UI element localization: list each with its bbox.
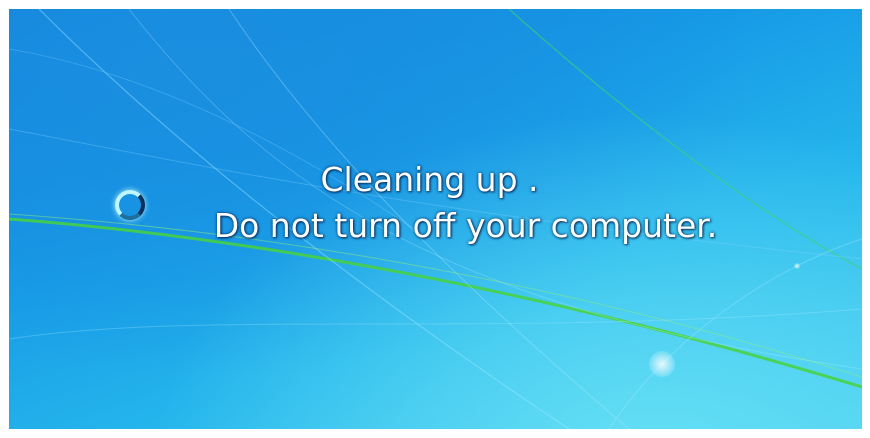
status-line-warning: Do not turn off your computer.: [213, 206, 718, 245]
screenshot-frame: Cleaning up . Do not turn off your compu…: [0, 0, 870, 438]
status-message: Cleaning up . Do not turn off your compu…: [9, 157, 862, 249]
status-line-cleaning: Cleaning up .: [320, 160, 539, 199]
light-bokeh: [649, 351, 675, 377]
update-screen: Cleaning up . Do not turn off your compu…: [9, 9, 862, 429]
light-bokeh: [794, 263, 800, 269]
